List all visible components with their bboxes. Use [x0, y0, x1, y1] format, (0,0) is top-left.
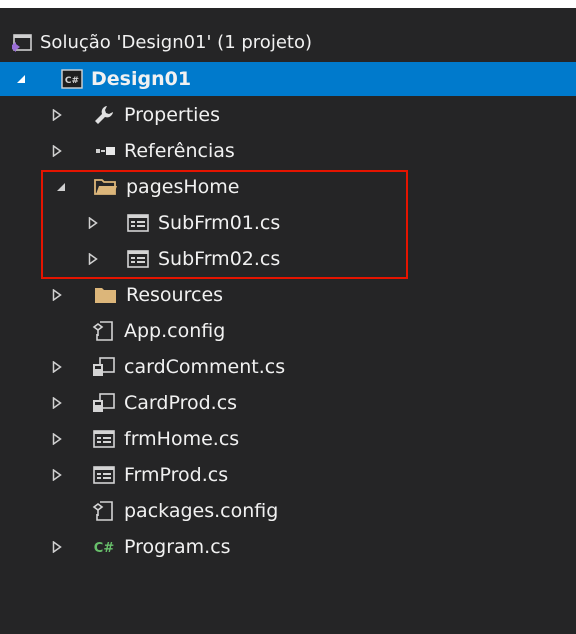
tree-item-subfrm01[interactable]: SubFrm01.cs [0, 206, 576, 240]
config-file-icon [92, 499, 116, 523]
tree-item-folder-resources[interactable]: Resources [0, 278, 576, 312]
solution-icon [10, 31, 34, 55]
tree-item-project[interactable]: C# Design01 [0, 62, 576, 96]
tree-item-label: Design01 [91, 68, 192, 90]
tree-item-subfrm02[interactable]: SubFrm02.cs [0, 242, 576, 276]
tree-item-references[interactable]: Referências [0, 134, 576, 168]
expanded-arrow-icon[interactable] [14, 72, 28, 86]
tree-item-label: App.config [124, 320, 226, 342]
tree-item-label: Resources [126, 284, 224, 306]
collapsed-arrow-icon[interactable] [50, 360, 64, 374]
tree-item-label: Properties [124, 104, 221, 126]
tree-item-cardcomment[interactable]: cardComment.cs [0, 350, 576, 384]
folder-icon [94, 283, 118, 307]
csharp-project-icon: C# [60, 67, 84, 91]
tree-item-solution[interactable]: Solução 'Design01' (1 projeto) [0, 26, 576, 60]
tree-item-label: frmHome.cs [124, 428, 240, 450]
tree-item-properties[interactable]: Properties [0, 98, 576, 132]
tree-item-label: CardProd.cs [124, 392, 238, 414]
collapsed-arrow-icon[interactable] [50, 432, 64, 446]
tree-item-app-config[interactable]: App.config [0, 314, 576, 348]
tree-item-program[interactable]: C# Program.cs [0, 530, 576, 564]
collapsed-arrow-icon[interactable] [50, 396, 64, 410]
svg-text:C#: C# [94, 541, 115, 556]
form-file-icon [126, 211, 150, 235]
tree-item-label: Referências [124, 140, 235, 162]
tree-item-label: FrmProd.cs [124, 464, 229, 486]
form-file-icon [92, 463, 116, 487]
tree-item-label: Program.cs [124, 536, 231, 558]
form-file-icon [92, 427, 116, 451]
collapsed-arrow-icon[interactable] [50, 468, 64, 482]
references-icon [94, 139, 118, 163]
csharp-file-icon: C# [92, 535, 116, 559]
tree-item-frmhome[interactable]: frmHome.cs [0, 422, 576, 456]
folder-open-icon [94, 175, 118, 199]
form-file-icon [126, 247, 150, 271]
solution-explorer-tree: Solução 'Design01' (1 projeto) C# Design… [0, 8, 576, 634]
tree-item-packages-config[interactable]: packages.config [0, 494, 576, 528]
collapsed-arrow-icon[interactable] [86, 216, 100, 230]
user-control-icon [92, 391, 116, 415]
tree-item-frmprod[interactable]: FrmProd.cs [0, 458, 576, 492]
tree-item-label: pagesHome [126, 176, 240, 198]
collapsed-arrow-icon[interactable] [86, 252, 100, 266]
tree-item-label: packages.config [124, 500, 279, 522]
collapsed-arrow-icon[interactable] [50, 108, 64, 122]
svg-text:C#: C# [65, 76, 79, 86]
tree-item-label: Solução 'Design01' (1 projeto) [40, 32, 312, 53]
expanded-arrow-icon[interactable] [54, 180, 68, 194]
tree-item-label: SubFrm02.cs [158, 248, 281, 270]
tree-item-folder-pageshome[interactable]: pagesHome [0, 170, 576, 204]
tree-item-label: cardComment.cs [124, 356, 286, 378]
config-file-icon [92, 319, 116, 343]
user-control-icon [92, 355, 116, 379]
collapsed-arrow-icon[interactable] [50, 144, 64, 158]
collapsed-arrow-icon[interactable] [50, 540, 64, 554]
collapsed-arrow-icon[interactable] [50, 288, 64, 302]
wrench-icon [92, 103, 116, 127]
window-top-edge [0, 0, 576, 8]
tree-item-label: SubFrm01.cs [158, 212, 281, 234]
tree-item-cardprod[interactable]: CardProd.cs [0, 386, 576, 420]
